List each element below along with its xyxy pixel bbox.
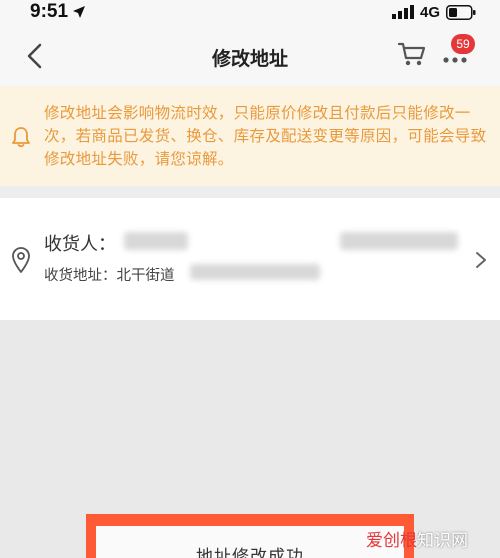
chevron-right-icon (476, 252, 486, 268)
cart-icon (397, 42, 426, 66)
address-label: 收货地址：北干街道 (44, 268, 175, 284)
address-detail-redacted (190, 264, 320, 280)
watermark: 爱创根知识网 (366, 526, 468, 551)
status-time-text: 9:51 (30, 1, 69, 22)
cart-button[interactable] (397, 40, 431, 70)
success-toast: 地址修改成功 (96, 526, 404, 558)
watermark-text: 知识网 (417, 531, 468, 551)
address-card[interactable]: 收货人： 收货地址：北干街道 (0, 198, 500, 320)
network-type: 4G (419, 3, 440, 21)
nav-bar: 修改地址 (0, 24, 500, 86)
battery-icon (446, 4, 476, 20)
bell-icon (12, 127, 30, 148)
receiver-name-redacted (124, 232, 188, 250)
toast-message: 地址修改成功 (196, 547, 304, 558)
receiver-phone-redacted (340, 232, 458, 250)
location-arrow-icon (73, 6, 86, 18)
notice-banner: 修改地址会影响物流时效，只能原价修改且付款后只能修改一次，若商品已发货、换仓、库… (0, 86, 500, 186)
notice-text: 修改地址会影响物流时效，只能原价修改且付款后只能修改一次，若商品已发货、换仓、库… (44, 104, 487, 168)
status-bar: 9:51 4G (0, 0, 500, 24)
signal-icon (391, 5, 414, 19)
watermark-accent: 爱创根 (366, 531, 417, 551)
cart-badge: 59 (451, 34, 475, 54)
receiver-label: 收货人： (44, 234, 116, 255)
status-right: 4G (391, 3, 476, 21)
section-divider (0, 186, 500, 198)
location-pin-icon (12, 247, 30, 273)
status-time: 9:51 (30, 0, 86, 24)
